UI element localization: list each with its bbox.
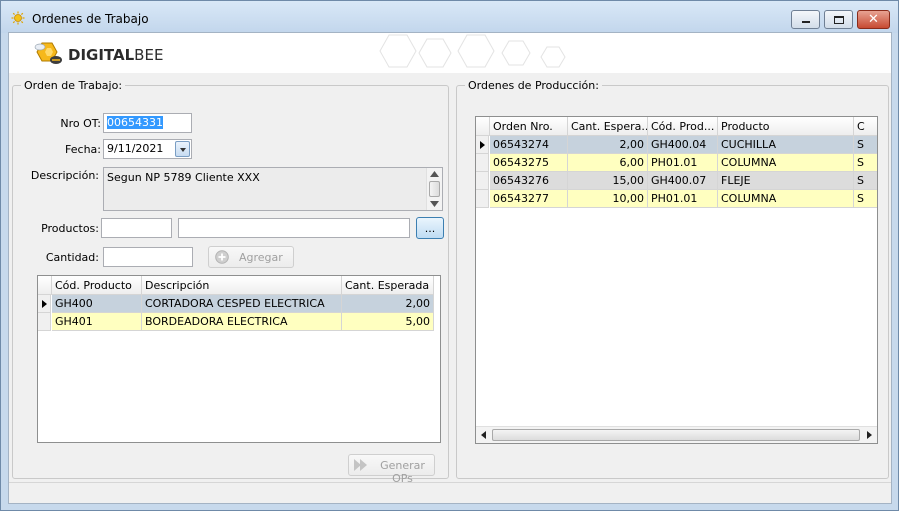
- brand-banner: DIGITALBEE: [9, 33, 891, 73]
- descripcion-textarea[interactable]: Segun NP 5789 Cliente XXX: [103, 167, 443, 211]
- descripcion-scrollbar[interactable]: [426, 168, 442, 210]
- cell-cod-prod[interactable]: PH01.01: [648, 154, 718, 172]
- horizontal-scroll-thumb[interactable]: [492, 429, 860, 441]
- cell-cant-esperada[interactable]: 2,00: [342, 295, 434, 313]
- window-title: Ordenes de Trabajo: [32, 12, 149, 26]
- cell-cod-producto[interactable]: GH401: [52, 313, 142, 331]
- fast-forward-icon: [354, 459, 367, 471]
- nro-ot-value: 00654331: [107, 116, 163, 129]
- row-header: [38, 313, 51, 331]
- row-pointer-icon: [476, 136, 489, 154]
- descripcion-scroll-thumb[interactable]: [429, 181, 440, 197]
- orden-trabajo-legend: Orden de Trabajo:: [24, 79, 123, 92]
- col-header-c[interactable]: C: [854, 117, 877, 136]
- agregar-label: Agregar: [239, 251, 283, 264]
- cell-cant-esperada[interactable]: 10,00: [568, 190, 648, 208]
- close-button[interactable]: ✕: [857, 10, 890, 29]
- descripcion-value: Segun NP 5789 Cliente XXX: [107, 171, 260, 184]
- producto-code-input[interactable]: [101, 218, 172, 238]
- chevron-down-icon[interactable]: [175, 141, 190, 157]
- grid-corner: [476, 117, 490, 136]
- main-window: Ordenes de Trabajo ✕ DIGITALBEE Orden de…: [0, 0, 899, 511]
- ordenes-horizontal-scrollbar[interactable]: [476, 426, 877, 443]
- title-bar[interactable]: Ordenes de Trabajo ✕: [1, 1, 898, 33]
- cell-c[interactable]: S: [854, 136, 877, 154]
- cantidad-input[interactable]: [103, 247, 193, 267]
- col-header-cod-producto[interactable]: Cód. Producto: [52, 276, 142, 295]
- fecha-value: 9/11/2021: [107, 142, 164, 155]
- cell-c[interactable]: S: [854, 172, 877, 190]
- bee-logo-icon: [34, 42, 62, 64]
- cell-orden-nro[interactable]: 06543274: [490, 136, 568, 154]
- items-grid[interactable]: Cód. Producto Descripción Cant. Esperada…: [37, 275, 441, 443]
- scroll-right-icon[interactable]: [867, 431, 872, 439]
- cell-cant-esperada[interactable]: 15,00: [568, 172, 648, 190]
- col-header-descripcion[interactable]: Descripción: [142, 276, 342, 295]
- descripcion-label: Descripción:: [30, 169, 99, 182]
- cantidad-label: Cantidad:: [45, 251, 99, 264]
- grid-corner: [38, 276, 52, 295]
- scroll-up-icon[interactable]: [430, 171, 439, 177]
- browse-products-button[interactable]: ...: [416, 217, 444, 239]
- fecha-picker[interactable]: 9/11/2021: [103, 139, 192, 159]
- brand-name-light: BEE: [134, 46, 164, 64]
- hex-pattern-decoration: [379, 34, 566, 68]
- nro-ot-label: Nro OT:: [60, 117, 101, 130]
- cell-producto[interactable]: COLUMNA: [718, 190, 854, 208]
- cell-orden-nro[interactable]: 06543276: [490, 172, 568, 190]
- generar-ops-button[interactable]: Generar OPs: [348, 454, 435, 485]
- col-header-orden-nro[interactable]: Orden Nro.: [490, 117, 568, 136]
- ordenes-produccion-legend: Ordenes de Producción:: [468, 79, 599, 92]
- maximize-button[interactable]: [824, 10, 853, 29]
- cell-c[interactable]: S: [854, 154, 877, 172]
- fecha-label: Fecha:: [65, 143, 101, 156]
- cell-cod-prod[interactable]: PH01.01: [648, 190, 718, 208]
- cell-producto[interactable]: FLEJE: [718, 172, 854, 190]
- cell-cod-prod[interactable]: GH400.04: [648, 136, 718, 154]
- cell-cod-producto[interactable]: GH400: [52, 295, 142, 313]
- cell-c[interactable]: S: [854, 190, 877, 208]
- col-header-cant-esperada[interactable]: Cant. Espera...: [568, 117, 648, 136]
- scroll-down-icon[interactable]: [430, 201, 439, 207]
- agregar-button[interactable]: Agregar: [208, 246, 294, 268]
- app-sun-icon: [11, 11, 25, 25]
- status-bar: [9, 482, 891, 503]
- col-header-cod-prod[interactable]: Cód. Prod...: [648, 117, 718, 136]
- client-area: DIGITALBEE Orden de Trabajo: Nro OT: 006…: [8, 32, 892, 504]
- cell-producto[interactable]: CUCHILLA: [718, 136, 854, 154]
- col-header-cant-esperada[interactable]: Cant. Esperada: [342, 276, 434, 295]
- minimize-button[interactable]: [791, 10, 820, 29]
- orden-trabajo-group: Orden de Trabajo: Nro OT: 00654331 Fecha…: [12, 79, 449, 485]
- row-header: [476, 154, 489, 172]
- maximize-icon: [834, 16, 844, 24]
- cell-cant-esperada[interactable]: 5,00: [342, 313, 434, 331]
- minimize-icon: [802, 21, 810, 23]
- col-header-producto[interactable]: Producto: [718, 117, 854, 136]
- cell-cant-esperada[interactable]: 2,00: [568, 136, 648, 154]
- brand-name-bold: DIGITAL: [68, 46, 135, 64]
- row-pointer-icon: [38, 295, 51, 313]
- ordenes-grid[interactable]: Orden Nro. Cant. Espera... Cód. Prod... …: [475, 116, 878, 444]
- cell-cod-prod[interactable]: GH400.07: [648, 172, 718, 190]
- cell-producto[interactable]: COLUMNA: [718, 154, 854, 172]
- cell-cant-esperada[interactable]: 6,00: [568, 154, 648, 172]
- cell-orden-nro[interactable]: 06543275: [490, 154, 568, 172]
- close-icon: ✕: [868, 12, 879, 27]
- producto-name-input[interactable]: [178, 218, 410, 238]
- row-header: [476, 190, 489, 208]
- nro-ot-input[interactable]: 00654331: [103, 113, 192, 133]
- add-circle-icon: [215, 250, 229, 264]
- scroll-left-icon[interactable]: [481, 431, 486, 439]
- ordenes-produccion-group: Ordenes de Producción: Orden Nro. Cant. …: [456, 79, 889, 479]
- row-header: [476, 172, 489, 190]
- cell-orden-nro[interactable]: 06543277: [490, 190, 568, 208]
- cell-descripcion[interactable]: BORDEADORA ELECTRICA: [142, 313, 342, 331]
- brand-name: DIGITALBEE: [68, 46, 163, 64]
- cell-descripcion[interactable]: CORTADORA CESPED ELECTRICA: [142, 295, 342, 313]
- productos-label: Productos:: [41, 222, 99, 235]
